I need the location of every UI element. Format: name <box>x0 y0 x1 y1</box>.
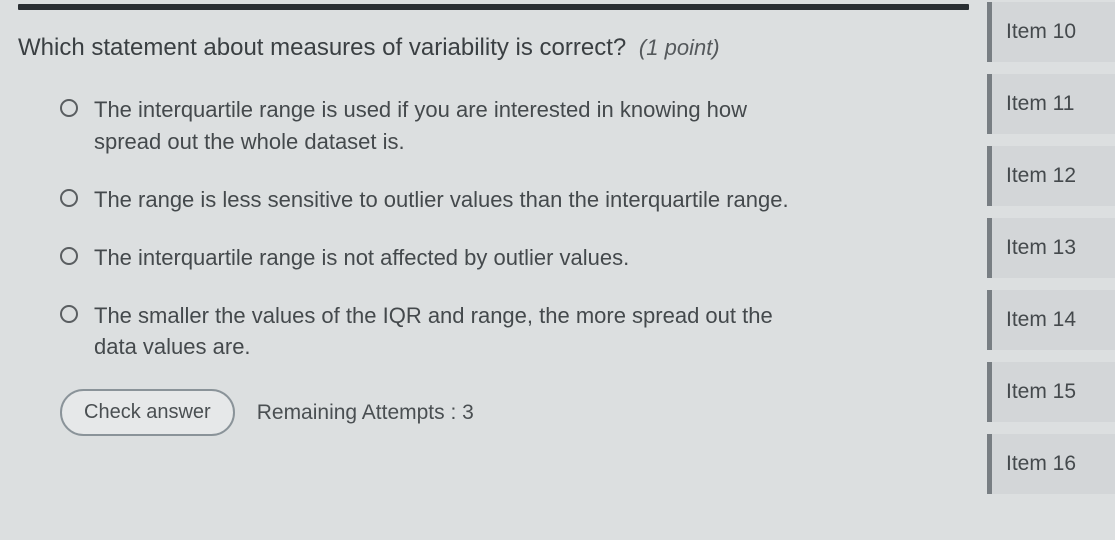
nav-item-12[interactable]: Item 12 <box>987 146 1115 206</box>
nav-item-15[interactable]: Item 15 <box>987 362 1115 422</box>
radio-icon <box>60 99 78 117</box>
option-text: The smaller the values of the IQR and ra… <box>94 300 814 364</box>
radio-icon <box>60 305 78 323</box>
nav-item-14[interactable]: Item 14 <box>987 290 1115 350</box>
question-header: Which statement about measures of variab… <box>18 34 969 62</box>
check-answer-button[interactable]: Check answer <box>60 389 235 436</box>
option-text: The range is less sensitive to outlier v… <box>94 184 789 216</box>
option-4[interactable]: The smaller the values of the IQR and ra… <box>60 300 969 364</box>
nav-item-10[interactable]: Item 10 <box>987 2 1115 62</box>
nav-item-13[interactable]: Item 13 <box>987 218 1115 278</box>
option-text: The interquartile range is not affected … <box>94 242 629 274</box>
footer: Check answer Remaining Attempts : 3 <box>18 389 969 436</box>
option-1[interactable]: The interquartile range is used if you a… <box>60 94 969 158</box>
radio-icon <box>60 189 78 207</box>
options-group: The interquartile range is used if you a… <box>18 94 969 363</box>
radio-icon <box>60 247 78 265</box>
remaining-attempts: Remaining Attempts : 3 <box>257 401 474 425</box>
main-content: Which statement about measures of variab… <box>0 0 987 540</box>
option-2[interactable]: The range is less sensitive to outlier v… <box>60 184 969 216</box>
option-3[interactable]: The interquartile range is not affected … <box>60 242 969 274</box>
question-text: Which statement about measures of variab… <box>18 34 626 61</box>
nav-item-16[interactable]: Item 16 <box>987 434 1115 494</box>
option-text: The interquartile range is used if you a… <box>94 94 814 158</box>
question-points: (1 point) <box>639 35 720 60</box>
app-container: Which statement about measures of variab… <box>0 0 1115 540</box>
nav-item-11[interactable]: Item 11 <box>987 74 1115 134</box>
top-divider <box>18 4 969 10</box>
item-nav-sidebar: Item 10 Item 11 Item 12 Item 13 Item 14 … <box>987 0 1115 540</box>
